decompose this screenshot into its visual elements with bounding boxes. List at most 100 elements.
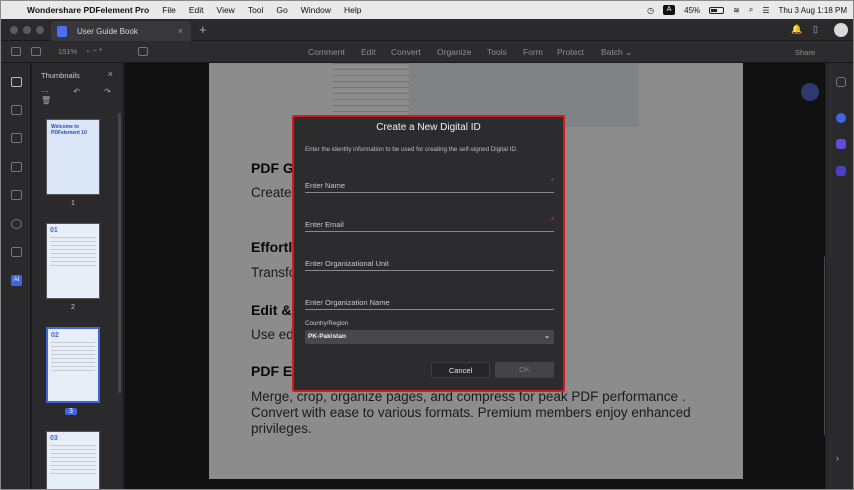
bell-icon[interactable]: 🔔 <box>791 24 802 35</box>
page-number-3: 3 <box>65 408 77 415</box>
thumbnails-scrollbar[interactable] <box>118 113 121 393</box>
tab-convert[interactable]: Convert <box>391 47 421 57</box>
pdf-file-icon <box>57 25 67 37</box>
thumbnails-rail-icon[interactable] <box>11 77 22 87</box>
page-view-icon[interactable] <box>138 47 148 56</box>
tab-form[interactable]: Form <box>523 47 543 57</box>
thumbnail-tools[interactable]: ⋯ ↶ ↷ 🗑 <box>41 87 123 105</box>
attachment-rail-icon[interactable] <box>11 190 22 200</box>
clock[interactable]: Thu 3 Aug 1:18 PM <box>779 6 848 15</box>
thumbnail-title: Welcome to PDFelement 10 <box>51 124 87 136</box>
tab-protect[interactable]: Protect <box>557 47 584 57</box>
org-name-field <box>305 292 554 311</box>
org-name-input[interactable] <box>305 294 554 311</box>
document-tab-title: User Guide Book <box>77 26 138 36</box>
app-menu[interactable]: Wondershare PDFelement Pro <box>27 5 149 15</box>
wifi-icon[interactable]: ≋ <box>733 6 740 15</box>
menu-file[interactable]: File <box>162 5 176 15</box>
menu-tool[interactable]: Tool <box>248 5 264 15</box>
dialog-subtitle: Enter the identity information to be use… <box>305 146 518 153</box>
thumbnail-title: 03 <box>50 435 58 442</box>
tab-tools[interactable]: Tools <box>487 47 507 57</box>
name-field: * <box>305 175 554 194</box>
status-area: ◷ A 45% ≋ ⌕ ☰ Thu 3 Aug 1:18 PM <box>647 1 847 19</box>
thumbnail-title: 01 <box>50 227 58 234</box>
close-window-button[interactable] <box>10 26 18 34</box>
dialog-title: Create a New Digital ID <box>376 122 481 133</box>
avatar[interactable] <box>834 23 848 37</box>
menu-bar: Wondershare PDFelement Pro File Edit Vie… <box>1 1 853 19</box>
page-thumbnail-2[interactable]: 01 <box>46 223 100 299</box>
tab-batch[interactable]: Batch ⌄ <box>601 47 632 58</box>
tab-organize[interactable]: Organize <box>437 47 472 57</box>
screen: Wondershare PDFelement Pro File Edit Vie… <box>0 0 854 490</box>
thumbnail-title: 02 <box>51 332 59 339</box>
page-layout-icon[interactable] <box>31 47 41 56</box>
new-tab-button[interactable]: + <box>199 22 207 37</box>
time-machine-icon[interactable]: ◷ <box>647 6 654 15</box>
menu-help[interactable]: Help <box>344 5 361 15</box>
required-mark: * <box>550 177 554 186</box>
tab-edit[interactable]: Edit <box>361 47 376 57</box>
chevron-right-icon[interactable]: › <box>836 453 846 463</box>
page-thumbnail-1[interactable]: Welcome to PDFelement 10 <box>46 119 100 195</box>
close-tab-icon[interactable]: × <box>178 26 183 36</box>
sidebar-toggle-icon[interactable] <box>11 47 21 56</box>
org-unit-input[interactable] <box>305 255 554 272</box>
comment-rail-icon[interactable] <box>11 105 22 115</box>
layers-rail-icon[interactable] <box>11 247 22 257</box>
zoom-window-button[interactable] <box>36 26 44 34</box>
email-input[interactable] <box>305 216 554 233</box>
menu-go[interactable]: Go <box>276 5 287 15</box>
country-region-label: Country/Region <box>305 320 348 327</box>
chevron-down-icon: ⌄ <box>544 333 550 340</box>
thumbnail-lines <box>50 237 96 267</box>
close-panel-icon[interactable]: × <box>108 69 113 79</box>
country-region-select[interactable]: PK-Pakistan ⌄ <box>305 330 554 344</box>
thumbnails-heading: Thumbnails <box>41 71 80 80</box>
zoom-level[interactable]: 151% <box>58 47 77 56</box>
main-toolbar: 151% ⌄ – + Comment Edit Convert Organize… <box>1 41 853 63</box>
control-center-icon[interactable]: ☰ <box>762 6 769 15</box>
tab-comment[interactable]: Comment <box>308 47 345 57</box>
share-button[interactable]: Share <box>795 48 815 57</box>
page-number-2: 2 <box>71 304 75 311</box>
menu-window[interactable]: Window <box>301 5 331 15</box>
create-digital-id-dialog: Create a New Digital ID Enter the identi… <box>292 115 565 392</box>
search-rail-icon[interactable] <box>11 219 22 229</box>
device-icon[interactable]: ▯ <box>813 24 818 35</box>
menu-edit[interactable]: Edit <box>189 5 204 15</box>
minimize-window-button[interactable] <box>23 26 31 34</box>
country-region-value: PK-Pakistan <box>308 333 346 340</box>
org-unit-field <box>305 253 554 272</box>
required-mark: * <box>550 216 554 225</box>
ai-rail-icon[interactable]: AI <box>11 275 22 286</box>
search-icon[interactable]: ⌕ <box>749 5 753 15</box>
thumbnail-lines <box>51 342 95 372</box>
email-field: * <box>305 214 554 233</box>
right-tool-rail: › <box>825 63 853 489</box>
bookmark-rail-icon[interactable] <box>11 133 22 143</box>
menu-view[interactable]: View <box>217 5 235 15</box>
thumbnails-panel: Thumbnails × ⋯ ↶ ↷ 🗑 Welcome to PDFeleme… <box>32 63 124 489</box>
summarize-icon[interactable] <box>836 166 846 176</box>
battery-percent[interactable]: 45% <box>684 6 700 15</box>
left-tool-rail: AI <box>1 63 31 489</box>
ok-button[interactable]: OK <box>495 362 554 378</box>
window-titlebar: User Guide Book × + 🔔 ▯ <box>1 19 853 41</box>
ai-assistant-float-button[interactable] <box>801 83 819 101</box>
outline-rail-icon[interactable] <box>11 162 22 172</box>
page-number-1: 1 <box>71 200 75 207</box>
properties-icon[interactable] <box>836 77 846 87</box>
page-thumbnail-3[interactable]: 02 <box>46 327 100 403</box>
name-input[interactable] <box>305 177 554 194</box>
thumbnail-lines <box>50 445 96 475</box>
page-thumbnail-4[interactable]: 03 <box>46 431 100 489</box>
ai-chat-icon[interactable] <box>836 113 846 123</box>
cancel-button[interactable]: Cancel <box>431 362 490 378</box>
document-tab[interactable]: User Guide Book × <box>51 21 191 41</box>
zoom-controls[interactable]: ⌄ – + <box>85 46 103 54</box>
input-source-icon[interactable]: A <box>663 5 676 15</box>
battery-icon[interactable] <box>709 6 725 14</box>
translate-icon[interactable] <box>836 139 846 149</box>
